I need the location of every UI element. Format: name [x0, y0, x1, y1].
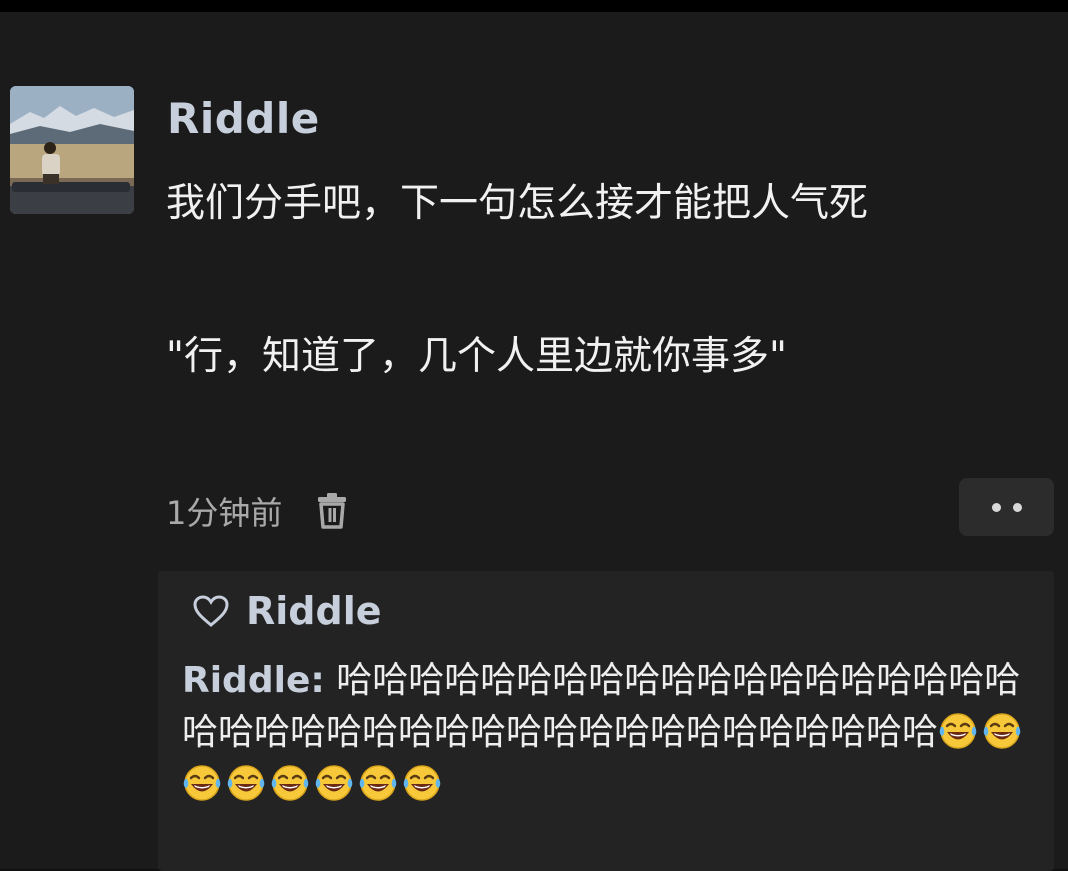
laughing-tears-emoji — [270, 763, 310, 803]
laughing-tears-emoji — [402, 763, 442, 803]
like-username[interactable]: Riddle — [246, 589, 382, 633]
laughing-tears-emoji — [314, 763, 354, 803]
more-options-button[interactable] — [959, 478, 1054, 536]
post-text-line: "行，知道了，几个人里边就你事多" — [166, 334, 787, 379]
likes-row: Riddle — [192, 589, 382, 633]
laughing-tears-emoji — [358, 763, 398, 803]
laughing-tears-emoji — [938, 711, 978, 751]
comment-author[interactable]: Riddle: — [182, 660, 325, 701]
trash-icon[interactable] — [316, 493, 348, 529]
post-card: Riddle 我们分手吧，下一句怎么接才能把人气死 "行，知道了，几个人里边就你… — [0, 12, 1068, 871]
post-meta: 1分钟前 — [166, 488, 348, 534]
post-text-line: 我们分手吧，下一句怎么接才能把人气死 — [166, 181, 869, 226]
post-content: 我们分手吧，下一句怎么接才能把人气死 "行，知道了，几个人里边就你事多" — [166, 172, 1036, 389]
more-dots-icon — [991, 502, 1001, 512]
status-bar — [0, 0, 1068, 12]
comment-item: Riddle: 哈哈哈哈哈哈哈哈哈哈哈哈哈哈哈哈哈哈哈哈哈哈哈哈哈哈哈哈哈哈哈哈… — [182, 655, 1032, 811]
avatar-photo — [10, 86, 134, 214]
timestamp: 1分钟前 — [166, 494, 283, 532]
laughing-tears-emoji — [982, 711, 1022, 751]
avatar[interactable] — [10, 86, 134, 214]
more-dots-icon — [1012, 502, 1022, 512]
laughing-tears-emoji — [182, 763, 222, 803]
heart-outline-icon[interactable] — [192, 594, 230, 628]
laughing-tears-emoji — [226, 763, 266, 803]
comments-panel: Riddle Riddle: 哈哈哈哈哈哈哈哈哈哈哈哈哈哈哈哈哈哈哈哈哈哈哈哈哈… — [158, 571, 1054, 871]
post-username[interactable]: Riddle — [167, 94, 320, 143]
